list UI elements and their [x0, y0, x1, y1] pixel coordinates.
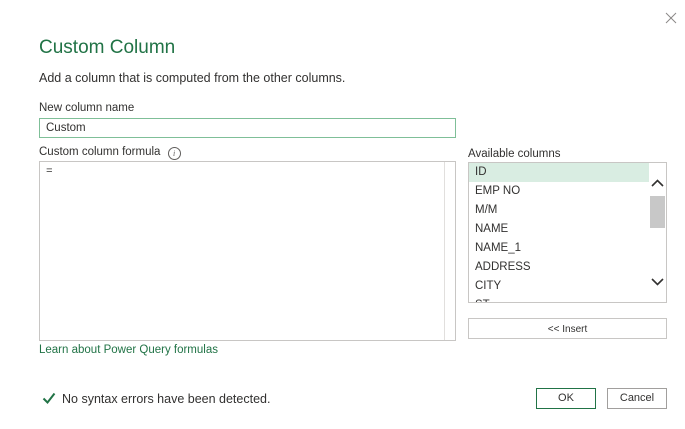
column-item[interactable]: ADDRESS [469, 258, 650, 277]
column-item[interactable]: NAME_1 [469, 239, 650, 258]
new-column-name-input[interactable] [39, 118, 456, 138]
dialog-title: Custom Column [39, 37, 176, 58]
cancel-button[interactable]: Cancel [607, 388, 667, 409]
formula-label: Custom column formula [39, 146, 161, 158]
chevron-down-icon [651, 278, 664, 286]
scroll-thumb[interactable] [650, 196, 665, 228]
scroll-up-button[interactable] [649, 175, 666, 192]
info-icon[interactable]: i [167, 147, 181, 160]
column-item[interactable]: NAME [469, 220, 650, 239]
syntax-status-text: No syntax errors have been detected. [62, 392, 271, 406]
column-item[interactable]: M/M [469, 201, 650, 220]
column-item[interactable]: CITY [469, 277, 650, 296]
available-columns-label: Available columns [468, 148, 561, 160]
available-columns-list[interactable]: IDEMP NOM/MNAMENAME_1ADDRESSCITYST [468, 162, 667, 303]
ok-button[interactable]: OK [536, 388, 596, 409]
custom-column-dialog: Custom Column Add a column that is compu… [0, 0, 685, 429]
column-item[interactable]: ST [469, 296, 650, 302]
checkmark-icon [42, 392, 56, 405]
column-item[interactable]: EMP NO [469, 182, 650, 201]
dialog-subtitle: Add a column that is computed from the o… [39, 71, 346, 85]
formula-editor[interactable]: = [39, 161, 456, 341]
formula-text[interactable]: = [46, 166, 53, 178]
chevron-up-icon [651, 179, 664, 187]
insert-button[interactable]: << Insert [468, 318, 667, 339]
columns-items: IDEMP NOM/MNAMENAME_1ADDRESSCITYST [469, 163, 650, 302]
formula-scroll-divider [444, 162, 445, 340]
syntax-status: No syntax errors have been detected. [42, 391, 270, 407]
scroll-down-button[interactable] [649, 273, 666, 290]
close-icon [665, 12, 677, 24]
formula-label-row: Custom column formula i [39, 145, 181, 160]
new-column-name-label: New column name [39, 102, 135, 114]
columns-scrollbar[interactable] [649, 163, 666, 302]
close-button[interactable] [663, 10, 679, 26]
learn-power-query-link[interactable]: Learn about Power Query formulas [39, 344, 218, 356]
column-item[interactable]: ID [469, 163, 650, 182]
